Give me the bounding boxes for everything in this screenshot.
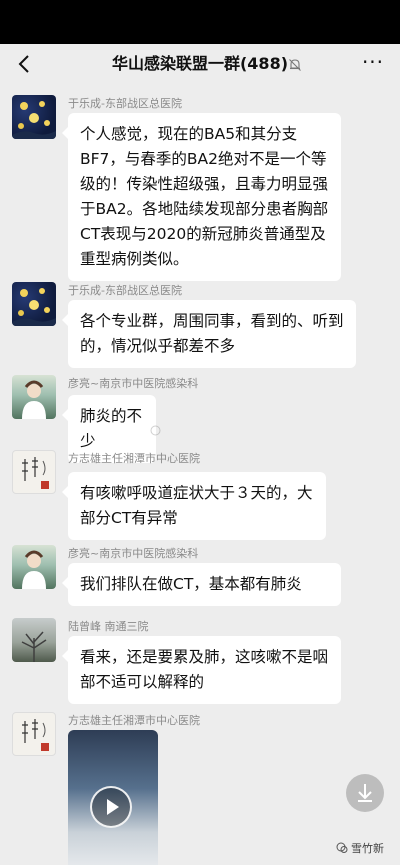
wechat-icon bbox=[336, 842, 348, 854]
sender-name: 于乐成-东部战区总医院 bbox=[68, 97, 182, 110]
sender-name: 陆曾峰 南通三院 bbox=[68, 620, 149, 633]
faint-watermark bbox=[150, 425, 161, 438]
message-item: 于乐成-东部战区总医院 个人感觉，现在的BA5和其分支BF7，与春季的BA2绝对… bbox=[0, 95, 400, 281]
message-text: 有咳嗽呼吸道症状大于３天的，大部分CT有异常 bbox=[80, 484, 313, 527]
message-text: 我们排队在做CT，基本都有肺炎 bbox=[80, 575, 302, 593]
message-item: 方志雄主任湘潭市中心医院 有咳嗽呼吸道症状大于３天的，大部分CT有异常 bbox=[0, 450, 400, 540]
message-item: 彦亮~南京市中医院感染科 我们排队在做CT，基本都有肺炎 bbox=[0, 545, 400, 607]
status-bar bbox=[0, 0, 400, 44]
watermark-label: 雪竹新 bbox=[336, 840, 384, 856]
calligraphy-avatar[interactable] bbox=[12, 450, 56, 494]
sender-name: 于乐成-东部战区总医院 bbox=[68, 284, 182, 297]
chat-header: 华山感染联盟一群(488) ··· bbox=[0, 44, 400, 84]
message-item: 陆曾峰 南通三院 看来，还是要累及肺，这咳嗽不是咽部不适可以解释的 bbox=[0, 618, 400, 704]
more-options-button[interactable]: ··· bbox=[360, 52, 386, 76]
bell-slash-icon bbox=[288, 57, 302, 71]
message-text: 看来，还是要累及肺，这咳嗽不是咽部不适可以解释的 bbox=[80, 648, 329, 691]
video-message[interactable] bbox=[68, 730, 158, 865]
message-bubble[interactable]: 我们排队在做CT，基本都有肺炎 bbox=[62, 563, 341, 606]
message-item: 彦亮~南京市中医院感染科 肺炎的不少 bbox=[0, 375, 400, 463]
message-item: 于乐成-东部战区总医院 各个专业群，周围同事，看到的、听到的，情况似乎都差不多 bbox=[0, 282, 400, 368]
starry-night-avatar[interactable] bbox=[12, 95, 56, 139]
sender-name: 方志雄主任湘潭市中心医院 bbox=[68, 452, 200, 465]
message-text: 各个专业群，周围同事，看到的、听到的，情况似乎都差不多 bbox=[80, 312, 344, 355]
message-bubble[interactable]: 各个专业群，周围同事，看到的、听到的，情况似乎都差不多 bbox=[62, 300, 356, 368]
tree-avatar[interactable] bbox=[12, 618, 56, 662]
sender-name: 方志雄主任湘潭市中心医院 bbox=[68, 714, 200, 727]
play-icon[interactable] bbox=[90, 786, 132, 828]
message-text: 肺炎的不少 bbox=[80, 407, 143, 450]
weibo-icon bbox=[150, 425, 161, 436]
message-text: 个人感觉，现在的BA5和其分支BF7，与春季的BA2绝对不是一个等级的！传染性超… bbox=[80, 125, 329, 268]
photo-avatar[interactable] bbox=[12, 375, 56, 419]
message-bubble[interactable]: 有咳嗽呼吸道症状大于３天的，大部分CT有异常 bbox=[62, 472, 326, 540]
sender-name: 彦亮~南京市中医院感染科 bbox=[68, 547, 199, 560]
watermark-text: 雪竹新 bbox=[351, 842, 384, 855]
chevron-left-icon[interactable] bbox=[10, 49, 40, 79]
sender-name: 彦亮~南京市中医院感染科 bbox=[68, 377, 199, 390]
photo-avatar[interactable] bbox=[12, 545, 56, 589]
download-icon[interactable] bbox=[346, 774, 384, 812]
calligraphy-avatar[interactable] bbox=[12, 712, 56, 756]
message-bubble[interactable]: 个人感觉，现在的BA5和其分支BF7，与春季的BA2绝对不是一个等级的！传染性超… bbox=[62, 113, 341, 281]
message-bubble[interactable]: 看来，还是要累及肺，这咳嗽不是咽部不适可以解释的 bbox=[62, 636, 341, 704]
starry-night-avatar[interactable] bbox=[12, 282, 56, 326]
